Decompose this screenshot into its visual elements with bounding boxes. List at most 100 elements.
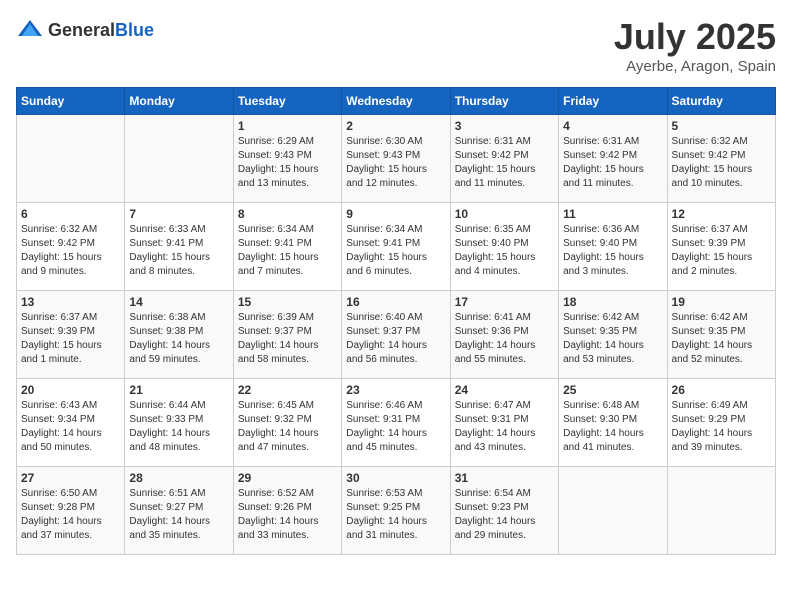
calendar-cell: 4 Sunrise: 6:31 AM Sunset: 9:42 PM Dayli… xyxy=(559,115,667,203)
cell-detail: Sunrise: 6:31 AM Sunset: 9:42 PM Dayligh… xyxy=(563,135,662,191)
sunset-text: Sunset: 9:38 PM xyxy=(129,326,203,337)
sunrise-text: Sunrise: 6:38 AM xyxy=(129,312,205,323)
sunset-text: Sunset: 9:42 PM xyxy=(455,150,529,161)
calendar-cell: 1 Sunrise: 6:29 AM Sunset: 9:43 PM Dayli… xyxy=(233,115,341,203)
sunset-text: Sunset: 9:42 PM xyxy=(21,238,95,249)
daylight-text: Daylight: 15 hours and 13 minutes. xyxy=(238,164,319,189)
sunrise-text: Sunrise: 6:32 AM xyxy=(21,224,97,235)
weekday-header: Wednesday xyxy=(342,88,450,115)
sunrise-text: Sunrise: 6:30 AM xyxy=(346,136,422,147)
daylight-text: Daylight: 15 hours and 8 minutes. xyxy=(129,252,210,277)
cell-detail: Sunrise: 6:33 AM Sunset: 9:41 PM Dayligh… xyxy=(129,223,228,279)
calendar-cell: 11 Sunrise: 6:36 AM Sunset: 9:40 PM Dayl… xyxy=(559,203,667,291)
day-number: 20 xyxy=(21,383,120,397)
day-number: 14 xyxy=(129,295,228,309)
calendar-week-row: 20 Sunrise: 6:43 AM Sunset: 9:34 PM Dayl… xyxy=(17,379,776,467)
day-number: 1 xyxy=(238,119,337,133)
calendar-cell: 8 Sunrise: 6:34 AM Sunset: 9:41 PM Dayli… xyxy=(233,203,341,291)
calendar-table: SundayMondayTuesdayWednesdayThursdayFrid… xyxy=(16,87,776,555)
cell-detail: Sunrise: 6:42 AM Sunset: 9:35 PM Dayligh… xyxy=(563,311,662,367)
cell-detail: Sunrise: 6:32 AM Sunset: 9:42 PM Dayligh… xyxy=(672,135,771,191)
cell-detail: Sunrise: 6:50 AM Sunset: 9:28 PM Dayligh… xyxy=(21,487,120,543)
logo-blue-text: Blue xyxy=(115,20,154,40)
daylight-text: Daylight: 14 hours and 59 minutes. xyxy=(129,340,210,365)
day-number: 27 xyxy=(21,471,120,485)
sunset-text: Sunset: 9:35 PM xyxy=(563,326,637,337)
sunset-text: Sunset: 9:37 PM xyxy=(238,326,312,337)
calendar-cell: 24 Sunrise: 6:47 AM Sunset: 9:31 PM Dayl… xyxy=(450,379,558,467)
cell-detail: Sunrise: 6:31 AM Sunset: 9:42 PM Dayligh… xyxy=(455,135,554,191)
calendar-cell xyxy=(559,467,667,555)
sunset-text: Sunset: 9:37 PM xyxy=(346,326,420,337)
cell-detail: Sunrise: 6:35 AM Sunset: 9:40 PM Dayligh… xyxy=(455,223,554,279)
daylight-text: Daylight: 15 hours and 6 minutes. xyxy=(346,252,427,277)
cell-detail: Sunrise: 6:43 AM Sunset: 9:34 PM Dayligh… xyxy=(21,399,120,455)
daylight-text: Daylight: 14 hours and 41 minutes. xyxy=(563,428,644,453)
weekday-header: Monday xyxy=(125,88,233,115)
day-number: 5 xyxy=(672,119,771,133)
daylight-text: Daylight: 14 hours and 58 minutes. xyxy=(238,340,319,365)
cell-detail: Sunrise: 6:47 AM Sunset: 9:31 PM Dayligh… xyxy=(455,399,554,455)
cell-detail: Sunrise: 6:29 AM Sunset: 9:43 PM Dayligh… xyxy=(238,135,337,191)
weekday-header: Saturday xyxy=(667,88,775,115)
sunrise-text: Sunrise: 6:47 AM xyxy=(455,400,531,411)
calendar-cell: 9 Sunrise: 6:34 AM Sunset: 9:41 PM Dayli… xyxy=(342,203,450,291)
daylight-text: Daylight: 15 hours and 2 minutes. xyxy=(672,252,753,277)
day-number: 11 xyxy=(563,207,662,221)
title-block: July 2025 Ayerbe, Aragon, Spain xyxy=(614,16,776,75)
sunset-text: Sunset: 9:23 PM xyxy=(455,502,529,513)
sunrise-text: Sunrise: 6:41 AM xyxy=(455,312,531,323)
daylight-text: Daylight: 15 hours and 11 minutes. xyxy=(455,164,536,189)
day-number: 13 xyxy=(21,295,120,309)
calendar-cell: 12 Sunrise: 6:37 AM Sunset: 9:39 PM Dayl… xyxy=(667,203,775,291)
calendar-week-row: 1 Sunrise: 6:29 AM Sunset: 9:43 PM Dayli… xyxy=(17,115,776,203)
sunset-text: Sunset: 9:33 PM xyxy=(129,414,203,425)
day-number: 30 xyxy=(346,471,445,485)
cell-detail: Sunrise: 6:30 AM Sunset: 9:43 PM Dayligh… xyxy=(346,135,445,191)
calendar-cell: 15 Sunrise: 6:39 AM Sunset: 9:37 PM Dayl… xyxy=(233,291,341,379)
page-header: GeneralBlue July 2025 Ayerbe, Aragon, Sp… xyxy=(16,16,776,75)
cell-detail: Sunrise: 6:51 AM Sunset: 9:27 PM Dayligh… xyxy=(129,487,228,543)
daylight-text: Daylight: 15 hours and 11 minutes. xyxy=(563,164,644,189)
cell-detail: Sunrise: 6:40 AM Sunset: 9:37 PM Dayligh… xyxy=(346,311,445,367)
sunrise-text: Sunrise: 6:32 AM xyxy=(672,136,748,147)
sunrise-text: Sunrise: 6:31 AM xyxy=(455,136,531,147)
calendar-week-row: 27 Sunrise: 6:50 AM Sunset: 9:28 PM Dayl… xyxy=(17,467,776,555)
sunset-text: Sunset: 9:39 PM xyxy=(672,238,746,249)
sunset-text: Sunset: 9:29 PM xyxy=(672,414,746,425)
calendar-body: 1 Sunrise: 6:29 AM Sunset: 9:43 PM Dayli… xyxy=(17,115,776,555)
cell-detail: Sunrise: 6:36 AM Sunset: 9:40 PM Dayligh… xyxy=(563,223,662,279)
day-number: 17 xyxy=(455,295,554,309)
cell-detail: Sunrise: 6:52 AM Sunset: 9:26 PM Dayligh… xyxy=(238,487,337,543)
cell-detail: Sunrise: 6:32 AM Sunset: 9:42 PM Dayligh… xyxy=(21,223,120,279)
calendar-cell: 30 Sunrise: 6:53 AM Sunset: 9:25 PM Dayl… xyxy=(342,467,450,555)
sunset-text: Sunset: 9:34 PM xyxy=(21,414,95,425)
sunset-text: Sunset: 9:42 PM xyxy=(672,150,746,161)
day-number: 7 xyxy=(129,207,228,221)
sunrise-text: Sunrise: 6:54 AM xyxy=(455,488,531,499)
day-number: 4 xyxy=(563,119,662,133)
sunset-text: Sunset: 9:41 PM xyxy=(238,238,312,249)
sunrise-text: Sunrise: 6:35 AM xyxy=(455,224,531,235)
month-year-title: July 2025 xyxy=(614,16,776,58)
calendar-cell: 20 Sunrise: 6:43 AM Sunset: 9:34 PM Dayl… xyxy=(17,379,125,467)
daylight-text: Daylight: 14 hours and 47 minutes. xyxy=(238,428,319,453)
cell-detail: Sunrise: 6:34 AM Sunset: 9:41 PM Dayligh… xyxy=(346,223,445,279)
sunrise-text: Sunrise: 6:39 AM xyxy=(238,312,314,323)
weekday-header: Friday xyxy=(559,88,667,115)
sunrise-text: Sunrise: 6:31 AM xyxy=(563,136,639,147)
calendar-cell: 6 Sunrise: 6:32 AM Sunset: 9:42 PM Dayli… xyxy=(17,203,125,291)
sunrise-text: Sunrise: 6:37 AM xyxy=(672,224,748,235)
day-number: 23 xyxy=(346,383,445,397)
calendar-cell: 14 Sunrise: 6:38 AM Sunset: 9:38 PM Dayl… xyxy=(125,291,233,379)
day-number: 25 xyxy=(563,383,662,397)
calendar-cell: 27 Sunrise: 6:50 AM Sunset: 9:28 PM Dayl… xyxy=(17,467,125,555)
sunset-text: Sunset: 9:30 PM xyxy=(563,414,637,425)
calendar-cell: 2 Sunrise: 6:30 AM Sunset: 9:43 PM Dayli… xyxy=(342,115,450,203)
daylight-text: Daylight: 15 hours and 12 minutes. xyxy=(346,164,427,189)
day-number: 26 xyxy=(672,383,771,397)
logo-icon xyxy=(16,16,44,44)
sunset-text: Sunset: 9:25 PM xyxy=(346,502,420,513)
daylight-text: Daylight: 15 hours and 9 minutes. xyxy=(21,252,102,277)
daylight-text: Daylight: 15 hours and 10 minutes. xyxy=(672,164,753,189)
